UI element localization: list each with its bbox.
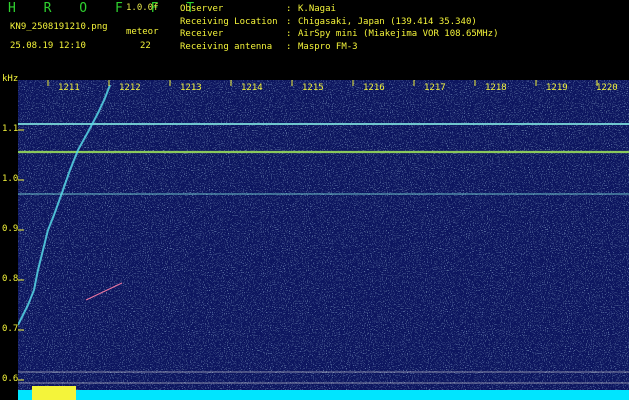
- y-axis-unit: kHz: [2, 74, 19, 84]
- header-bar: H R O F F T 1.0.0f KN9_2508191210.png me…: [0, 0, 629, 76]
- meta-key: Receiver: [180, 29, 224, 39]
- meta-value: K.Nagai: [298, 4, 336, 14]
- app-brand: H R O F F T: [8, 1, 205, 16]
- meta-row-location: Receiving Location: Chigasaki, Japan (139…: [180, 16, 498, 29]
- count-label: 22: [140, 41, 151, 51]
- meta-colon: :: [286, 29, 292, 39]
- meta-colon: :: [286, 4, 292, 14]
- x-tick-label: 1216: [363, 83, 385, 93]
- meta-row-receiver: Receiver: AirSpy mini (Miakejima VOR 108.…: [180, 28, 498, 41]
- x-tick-label: 1214: [241, 83, 263, 93]
- spectrogram-panel: 1211 1212 1213 1214 1215 1216 1217 1218 …: [18, 80, 629, 400]
- y-tick-label: 0.8: [2, 274, 19, 284]
- observation-metadata: Observer: K.Nagai Receiving Location: Chig…: [180, 3, 498, 53]
- x-tick-label: 1215: [302, 83, 324, 93]
- y-tick-label: 1.0: [2, 174, 19, 184]
- meta-key: Observer: [180, 4, 224, 14]
- meta-key: Receiving antenna: [180, 41, 273, 52]
- spectrogram-svg: 1211 1212 1213 1214 1215 1216 1217 1218 …: [18, 80, 629, 400]
- x-tick-label: 1217: [424, 83, 446, 93]
- x-tick-label: 1218: [485, 83, 507, 93]
- x-tick-label: 1212: [119, 83, 141, 93]
- meta-value: Maspro FM-3: [298, 41, 358, 52]
- y-tick-label: 0.7: [2, 324, 19, 334]
- noise-background: [18, 80, 629, 400]
- x-tick-label: 1213: [180, 83, 202, 93]
- version-label: 1.0.0f: [126, 3, 159, 13]
- meta-colon: :: [286, 16, 292, 27]
- datetime-label: 25.08.19 12:10: [10, 41, 86, 51]
- x-tick-label: 1211: [58, 83, 80, 93]
- noise-floor-band: [18, 390, 629, 400]
- noise-burst: [32, 386, 76, 400]
- meta-value: Chigasaki, Japan (139.414 35.340): [298, 16, 477, 27]
- meta-row-observer: Observer: K.Nagai: [180, 3, 498, 16]
- meta-row-antenna: Receiving antenna: Maspro FM-3: [180, 41, 498, 54]
- mode-label: meteor: [126, 27, 159, 37]
- x-tick-label: 1219: [546, 83, 568, 93]
- y-tick-label: 0.9: [2, 224, 19, 234]
- x-tick-label: 1220: [596, 83, 618, 93]
- y-tick-label: 1.1: [2, 124, 19, 134]
- meta-value: AirSpy mini (Miakejima VOR 108.65MHz): [298, 29, 499, 39]
- filename-label: KN9_2508191210.png: [10, 22, 108, 32]
- meta-colon: :: [286, 41, 292, 52]
- y-tick-label: 0.6: [2, 374, 19, 384]
- meta-key: Receiving Location: [180, 16, 278, 27]
